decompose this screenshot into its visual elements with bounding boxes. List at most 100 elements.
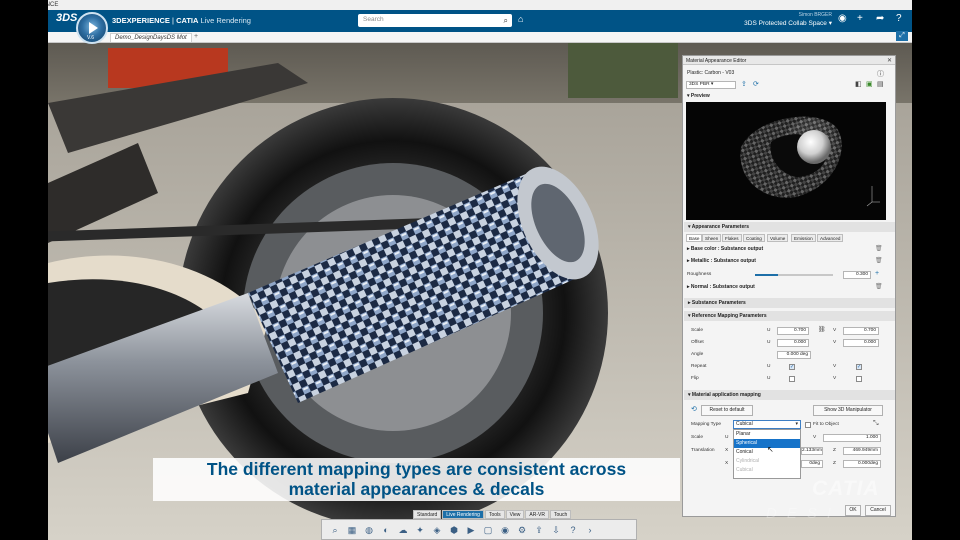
decal-icon[interactable]: ◈ [430,523,444,537]
settings-icon[interactable]: ▤ [877,80,884,88]
reset-to-default-button[interactable]: Reset to default [701,405,753,416]
quality-icon[interactable]: ▦ [345,523,359,537]
tab-flakes[interactable]: Flakes [722,234,742,242]
delete-base-color-icon[interactable]: 🗑 [875,245,883,252]
appearance-parameters-header[interactable]: ▾ Appearance Parameters [684,222,895,232]
rotation-x-label: X [725,461,729,466]
material-appearance-editor[interactable]: Material Appearance Editor ✕ Plastic: Ca… [682,55,896,517]
normal-row[interactable]: ▸ Normal : Substance output [687,284,755,290]
camera-icon[interactable]: ▢ [481,523,495,537]
tab-touch[interactable]: Touch [549,510,572,519]
document-tab[interactable]: Demo_DesignDaysDS Mot [110,33,192,42]
substance-parameters-header[interactable]: ▸ Substance Parameters [684,298,895,308]
offset-v-input[interactable]: 0.000 [843,339,879,347]
repeat-v-checkbox[interactable]: ✓ [856,364,862,370]
expand-icon[interactable]: ⤢ [896,31,908,41]
search-input[interactable]: Search ⌕ [358,14,512,27]
substance-icon[interactable]: ▣ [866,80,873,88]
ds-logo-icon[interactable]: 3DS [56,12,77,26]
tab-sheen[interactable]: Sheen [702,234,722,242]
translation-z-input[interactable]: 469.949mm [843,447,881,455]
share-icon[interactable]: ➦ [876,13,884,24]
shader-select[interactable]: 3DS PBR ▾ [686,81,736,89]
flip-u-checkbox[interactable] [789,376,795,382]
user-info[interactable]: Simon BRGER 3DS Protected Collab Space ▾ [736,12,832,27]
upload-icon[interactable]: ⇪ [741,80,747,88]
more-icon[interactable]: › [583,523,597,537]
preview-header[interactable]: ▾ Preview [687,93,710,99]
tab-advanced[interactable]: Advanced [817,234,844,242]
tab-emission[interactable]: Emission [791,234,816,242]
metallic-label: Metallic : Substance output [690,258,756,264]
option-cylindrical[interactable]: Cylindrical [734,457,800,466]
scale-label: Scale [691,328,703,333]
mapping-type-options[interactable]: Planar Spherical Conical Cylindrical Cub… [733,429,801,479]
cancel-button[interactable]: Cancel [865,505,891,516]
action-bar-tabs: Standard Live Rendering Tools View AR-VR… [413,510,572,519]
translation-y-input[interactable]: 2.133mm [801,447,823,455]
compass-icon[interactable]: V.6 [76,12,108,44]
user-avatar-icon[interactable]: ◉ [838,13,847,24]
roughness-slider[interactable] [755,274,833,276]
offset-u-input[interactable]: 0.000 [777,339,809,347]
settings-gear-icon[interactable]: ⚙ [515,523,529,537]
metallic-row[interactable]: ▸ Metallic : Substance output [687,258,756,264]
material-ball-icon[interactable]: ◧ [855,80,862,88]
add-icon[interactable]: + [857,13,863,24]
material-application-mapping-header[interactable]: ▾ Material application mapping [684,390,895,400]
capture-icon[interactable]: ◉ [498,523,512,537]
zoom-icon[interactable]: ⌕ [328,523,342,537]
tab-coating[interactable]: Coating [743,234,765,242]
rotation-y-input[interactable]: 0deg [801,460,823,468]
globe-icon[interactable]: ◍ [362,523,376,537]
base-color-row[interactable]: ▸ Base color : Substance output [687,246,763,252]
tab-standard[interactable]: Standard [413,510,442,519]
scale-u-input[interactable]: 0.700 [777,327,809,335]
pick-icon[interactable]: ⤡ [873,420,879,428]
show-3d-manipulator-button[interactable]: Show 3D Manipulator [813,405,883,416]
catia-watermark: CATIA [812,477,880,500]
export-icon[interactable]: ⇩ [549,523,563,537]
material-icon[interactable]: ◐ [379,523,393,537]
reference-mapping-header[interactable]: ▾ Reference Mapping Parameters [684,311,895,321]
scale2-v-input[interactable]: 1.000 [823,434,881,442]
appearance-parameters-label: Appearance Parameters [691,224,749,230]
scale-v-input[interactable]: 0.700 [843,327,879,335]
sync-icon[interactable]: ⟳ [753,80,759,88]
animation-icon[interactable]: ▶ [464,523,478,537]
new-tab-button[interactable]: + [194,33,198,40]
light-icon[interactable]: ✦ [413,523,427,537]
tab-view[interactable]: View [505,510,525,519]
ok-button[interactable]: OK [845,505,861,516]
help-circle-icon[interactable]: ? [566,523,580,537]
panel-title: Material Appearance Editor [683,56,895,65]
tab-volume[interactable]: Volume [767,234,789,242]
help-icon[interactable]: ? [896,13,902,24]
tab-ar-vr[interactable]: AR-VR [525,510,549,519]
tab-live-rendering[interactable]: Live Rendering [442,510,484,519]
tab-tools[interactable]: Tools [484,510,505,519]
flip-v-checkbox[interactable] [856,376,862,382]
repeat-u-checkbox[interactable]: ✓ [789,364,795,370]
search-icon[interactable]: ⌕ [504,16,508,26]
link-icon[interactable]: ⛓ [818,326,826,333]
close-panel-icon[interactable]: ✕ [887,57,892,64]
info-icon[interactable]: ⓘ [877,69,884,79]
angle-input[interactable]: 0.000 deg [777,351,811,359]
tab-base[interactable]: Base [686,234,703,242]
fit-to-object-checkbox[interactable] [805,422,811,428]
option-planar[interactable]: Planar [734,430,800,439]
delete-metallic-icon[interactable]: 🗑 [875,257,883,264]
option-cubical[interactable]: Cubical [734,466,800,475]
roughness-input[interactable]: 0.300 [843,271,871,279]
publish-icon[interactable]: ⇪ [532,523,546,537]
add-roughness-map-icon[interactable]: + [875,270,879,277]
delete-normal-icon[interactable]: 🗑 [875,283,883,290]
environment-icon[interactable]: ☁ [396,523,410,537]
mapping-type-select[interactable]: Cubical ▾ [733,420,801,429]
tag-icon[interactable]: ⌂ [518,14,523,24]
rotation-z-input[interactable]: 0.000deg [843,460,881,468]
render-icon[interactable]: ⬢ [447,523,461,537]
collab-space-selector[interactable]: 3DS Protected Collab Space ▾ [736,19,832,27]
scale2-u-label: U [725,435,729,440]
